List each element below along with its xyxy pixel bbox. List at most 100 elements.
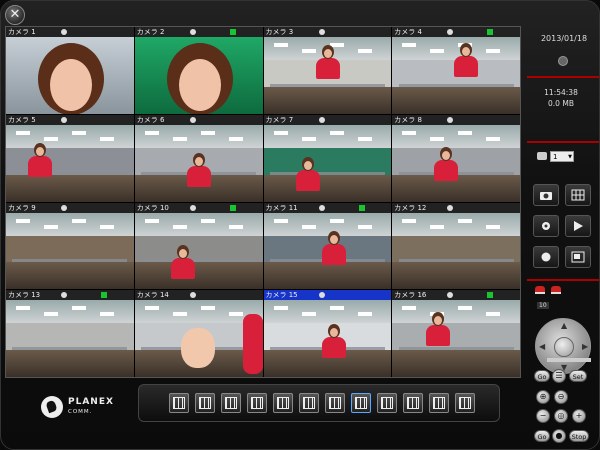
camera-label: カメラ 9 <box>8 203 36 212</box>
window-icon <box>571 251 585 263</box>
layout-button[interactable] <box>273 393 293 413</box>
camera-video-feed <box>392 124 520 202</box>
layout-button[interactable] <box>429 393 449 413</box>
camera-title-bar: カメラ 5 <box>6 114 134 125</box>
set-button[interactable]: Set <box>569 370 587 382</box>
camera-menu-icon[interactable] <box>189 204 196 211</box>
camera-tile[interactable]: カメラ 5 <box>6 114 134 202</box>
camera-label: カメラ 10 <box>136 203 169 212</box>
camera-selector[interactable]: 1 <box>537 150 577 163</box>
layout-grid-icon <box>459 397 471 409</box>
camera-menu-icon[interactable] <box>189 116 196 123</box>
camera-menu-icon[interactable] <box>447 292 454 299</box>
zoom-out-icon[interactable]: ⊖ <box>554 390 568 404</box>
camera-tile[interactable]: カメラ 4 <box>392 27 520 114</box>
camera-label: カメラ 16 <box>394 291 427 300</box>
camera-tile[interactable]: カメラ 1 <box>6 27 134 114</box>
camera-label: カメラ 15 <box>265 291 298 300</box>
alarm-light-icon[interactable] <box>551 286 561 294</box>
camera-tile[interactable]: カメラ 14 <box>134 290 263 377</box>
camera-tile[interactable]: カメラ 12 <box>392 202 520 290</box>
layout-button[interactable] <box>377 393 397 413</box>
playback-window-button[interactable] <box>565 246 591 268</box>
layout-button[interactable] <box>351 393 371 413</box>
recording-indicator-icon <box>229 204 236 211</box>
camera-menu-icon[interactable] <box>61 29 67 35</box>
layout-button[interactable] <box>299 393 319 413</box>
patrol-icon[interactable]: ● <box>552 429 566 443</box>
camera-menu-icon[interactable] <box>318 204 325 211</box>
arrow-left-icon[interactable]: ◀ <box>539 342 545 351</box>
status-box: 11:54:38 0.0 MB <box>531 87 591 109</box>
arrow-right-icon[interactable]: ▶ <box>582 342 588 351</box>
preset-icon[interactable]: ☰ <box>552 369 566 383</box>
arrow-up-icon[interactable]: ▲ <box>561 321 567 330</box>
go-preset-button[interactable]: Go <box>534 430 550 442</box>
close-button[interactable]: ✕ <box>5 5 25 25</box>
camera-title-bar: カメラ 7 <box>263 114 392 125</box>
go-button[interactable]: Go <box>534 370 550 382</box>
camera-title-bar: カメラ 2 <box>134 27 263 37</box>
camera-video-feed <box>134 124 263 202</box>
zoom-in-icon[interactable]: ⊕ <box>536 390 550 404</box>
app-window: ✕ カメラ 1 カメラ 2 カメラ 3 カメラ 4 カメラ 5 カメラ 6 カメラ 7 カメラ… <box>0 0 600 450</box>
camera-menu-icon[interactable] <box>61 204 67 211</box>
camera-menu-icon[interactable] <box>189 29 196 35</box>
camera-grid: カメラ 1 カメラ 2 カメラ 3 カメラ 4 カメラ 5 カメラ 6 カメラ 7 カメラ 8… <box>5 26 521 378</box>
info-icon[interactable] <box>558 56 568 66</box>
layout-button[interactable] <box>403 393 423 413</box>
camera-tile[interactable]: カメラ 7 <box>263 114 392 202</box>
camera-menu-icon[interactable] <box>318 292 325 299</box>
play-button[interactable] <box>565 215 591 237</box>
settings-button[interactable] <box>533 215 559 237</box>
camera-label: カメラ 8 <box>394 115 422 124</box>
focus-minus-button[interactable]: − <box>536 409 550 423</box>
camera-select[interactable]: 1 <box>550 150 574 163</box>
camera-menu-icon[interactable] <box>318 116 325 123</box>
ptz-speed-slider[interactable] <box>547 358 591 362</box>
camera-tile[interactable]: カメラ 15 <box>263 290 392 377</box>
grid-view-button[interactable] <box>565 184 591 206</box>
gear-icon <box>542 222 550 230</box>
camera-tile[interactable]: カメラ 11 <box>263 202 392 290</box>
focus-icon[interactable]: ◎ <box>554 409 568 423</box>
camera-tile[interactable]: カメラ 8 <box>392 114 520 202</box>
ptz-home-button[interactable] <box>554 337 574 357</box>
stop-button[interactable]: Stop <box>569 430 589 442</box>
person-face <box>166 43 233 114</box>
layout-button[interactable] <box>325 393 345 413</box>
ptz-control[interactable]: ▲ ▼ ◀ ▶ <box>535 318 591 374</box>
camera-menu-icon[interactable] <box>189 292 196 299</box>
date-display: 2013/01/18 <box>540 34 588 43</box>
focus-plus-button[interactable]: + <box>572 409 586 423</box>
camera-menu-icon[interactable] <box>318 29 325 35</box>
divider <box>527 141 599 143</box>
layout-button[interactable] <box>455 393 475 413</box>
camera-tile[interactable]: カメラ 2 <box>134 27 263 114</box>
camera-menu-icon[interactable] <box>61 292 67 299</box>
layout-button[interactable] <box>221 393 241 413</box>
camera-tile[interactable]: カメラ 3 <box>263 27 392 114</box>
camera-menu-icon[interactable] <box>61 116 67 123</box>
camera-menu-icon[interactable] <box>447 29 454 35</box>
camera-icon <box>537 152 547 160</box>
layout-button[interactable] <box>247 393 267 413</box>
layout-button[interactable] <box>169 393 189 413</box>
camera-menu-icon[interactable] <box>447 204 454 211</box>
layout-grid-icon <box>329 397 341 409</box>
alarm-indicators <box>535 286 561 294</box>
snapshot-button[interactable] <box>533 184 559 206</box>
record-button[interactable] <box>533 246 559 268</box>
layout-button[interactable] <box>195 393 215 413</box>
camera-video-feed <box>392 212 520 290</box>
recording-indicator-icon <box>487 292 494 299</box>
layout-grid-icon <box>433 397 445 409</box>
camera-tile[interactable]: カメラ 6 <box>134 114 263 202</box>
camera-tile[interactable]: カメラ 10 <box>134 202 263 290</box>
camera-menu-icon[interactable] <box>447 116 454 123</box>
camera-tile[interactable]: カメラ 16 <box>392 290 520 377</box>
camera-tile[interactable]: カメラ 9 <box>6 202 134 290</box>
camera-tile[interactable]: カメラ 13 <box>6 290 134 377</box>
camera-title-bar: カメラ 16 <box>392 290 520 301</box>
alarm-light-icon[interactable] <box>535 286 545 294</box>
